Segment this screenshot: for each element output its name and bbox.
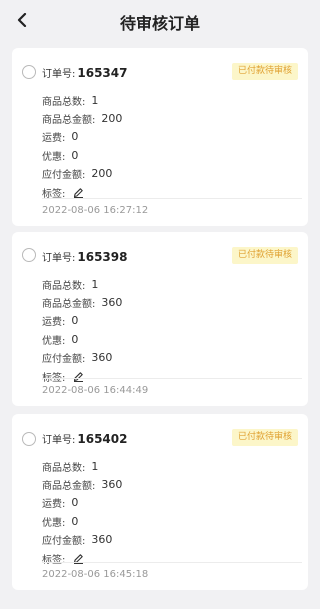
divider bbox=[42, 198, 302, 199]
payable-row: 应付金额: 200 bbox=[42, 165, 122, 183]
pencil-icon bbox=[74, 371, 84, 382]
order-number-label: 订单号: bbox=[42, 253, 76, 264]
tags-label: 标签: bbox=[42, 554, 66, 566]
total-qty-label: 商品总数: bbox=[42, 96, 86, 108]
total-qty-label: 商品总数: bbox=[42, 462, 86, 474]
order-number: 165347 bbox=[77, 65, 128, 80]
payable-row: 应付金额: 360 bbox=[42, 531, 122, 549]
payable-value: 360 bbox=[91, 533, 113, 547]
payable-label: 应付金额: bbox=[42, 354, 86, 366]
total-amount-row: 商品总金额: 200 bbox=[42, 109, 122, 127]
pencil-icon bbox=[74, 187, 84, 198]
select-radio[interactable] bbox=[22, 65, 36, 79]
tags-label: 标签: bbox=[42, 372, 66, 384]
payable-label: 应付金额: bbox=[42, 536, 86, 548]
divider bbox=[42, 562, 302, 563]
shipping-row: 运费: 0 bbox=[42, 494, 122, 512]
discount-row: 优惠: 0 bbox=[42, 512, 122, 530]
discount-row: 优惠: 0 bbox=[42, 146, 122, 164]
total-amount-row: 商品总金额: 360 bbox=[42, 475, 122, 493]
payable-value: 360 bbox=[91, 351, 113, 365]
edit-tag-button[interactable] bbox=[73, 187, 84, 198]
total-amount-value: 360 bbox=[101, 478, 123, 492]
discount-label: 优惠: bbox=[42, 517, 66, 529]
total-amount-value: 200 bbox=[101, 112, 123, 126]
total-amount-label: 商品总金额: bbox=[42, 115, 96, 127]
total-qty-value: 1 bbox=[91, 93, 99, 107]
tags-row: 标签: bbox=[42, 367, 122, 385]
payable-value: 200 bbox=[91, 167, 113, 181]
page-title: 待审核订单 bbox=[119, 14, 200, 33]
discount-value: 0 bbox=[71, 332, 79, 346]
total-qty-row: 商品总数: 1 bbox=[42, 275, 122, 293]
discount-value: 0 bbox=[71, 148, 79, 162]
total-qty-value: 1 bbox=[91, 459, 99, 473]
order-time: 2022-08-06 16:27:12 bbox=[42, 205, 149, 216]
select-radio[interactable] bbox=[22, 248, 36, 262]
order-card[interactable]: 订单号: 165398 已付款待审核 商品总数: 1 商品总金额: 360 运费: 0… bbox=[12, 232, 308, 406]
order-number-line: 订单号: 165398 bbox=[42, 249, 128, 265]
status-badge: 已付款待审核 bbox=[231, 247, 298, 264]
shipping-value: 0 bbox=[71, 130, 79, 144]
total-qty-row: 商品总数: 1 bbox=[42, 91, 122, 109]
select-radio[interactable] bbox=[22, 432, 36, 446]
order-number-label: 订单号: bbox=[42, 435, 76, 446]
edit-tag-button[interactable] bbox=[73, 371, 84, 382]
order-card[interactable]: 订单号: 165347 已付款待审核 商品总数: 1 商品总金额: 200 运费: 0… bbox=[12, 48, 308, 226]
total-qty-label: 商品总数: bbox=[42, 280, 86, 292]
shipping-value: 0 bbox=[71, 496, 79, 510]
divider bbox=[42, 378, 302, 379]
total-amount-label: 商品总金额: bbox=[42, 299, 96, 311]
discount-label: 优惠: bbox=[42, 151, 66, 163]
total-qty-row: 商品总数: 1 bbox=[42, 457, 122, 475]
discount-row: 优惠: 0 bbox=[42, 330, 122, 348]
shipping-row: 运费: 0 bbox=[42, 312, 122, 330]
total-amount-label: 商品总金额: bbox=[42, 481, 96, 493]
discount-label: 优惠: bbox=[42, 335, 66, 347]
order-number: 165402 bbox=[77, 431, 128, 446]
top-bar: 待审核订单 bbox=[0, 0, 320, 40]
shipping-label: 运费: bbox=[42, 499, 66, 511]
shipping-label: 运费: bbox=[42, 317, 66, 329]
order-time: 2022-08-06 16:44:49 bbox=[42, 385, 149, 396]
order-number-line: 订单号: 165402 bbox=[42, 431, 128, 447]
shipping-value: 0 bbox=[71, 314, 79, 328]
total-amount-value: 360 bbox=[101, 296, 123, 310]
order-number-label: 订单号: bbox=[42, 69, 76, 80]
shipping-label: 运费: bbox=[42, 133, 66, 145]
payable-label: 应付金额: bbox=[42, 170, 86, 182]
status-badge: 已付款待审核 bbox=[231, 429, 298, 446]
order-number-line: 订单号: 165347 bbox=[42, 65, 128, 81]
status-badge: 已付款待审核 bbox=[231, 63, 298, 80]
shipping-row: 运费: 0 bbox=[42, 128, 122, 146]
order-number: 165398 bbox=[77, 249, 128, 264]
bottom-spacer bbox=[0, 594, 320, 609]
order-card[interactable]: 订单号: 165402 已付款待审核 商品总数: 1 商品总金额: 360 运费: 0… bbox=[12, 414, 308, 590]
discount-value: 0 bbox=[71, 514, 79, 528]
payable-row: 应付金额: 360 bbox=[42, 349, 122, 367]
total-amount-row: 商品总金额: 360 bbox=[42, 293, 122, 311]
order-time: 2022-08-06 16:45:18 bbox=[42, 569, 149, 580]
tags-row: 标签: bbox=[42, 549, 122, 567]
total-qty-value: 1 bbox=[91, 277, 99, 291]
